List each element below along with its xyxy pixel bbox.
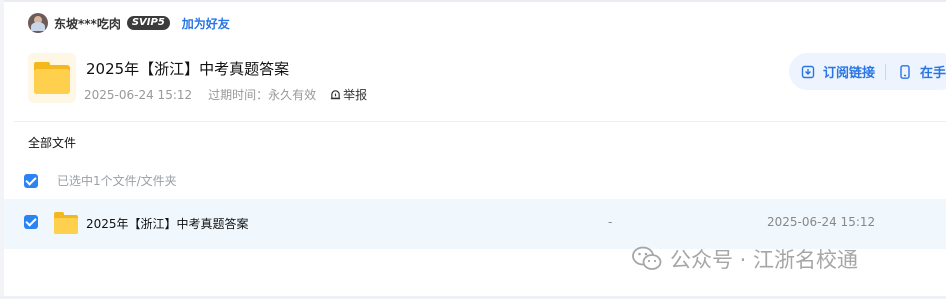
phone-icon — [900, 64, 910, 79]
report-button[interactable]: 举报 — [330, 86, 367, 103]
window-frame-top — [0, 0, 946, 2]
folder-icon — [54, 212, 78, 234]
open-on-phone-button[interactable]: 在手 — [898, 62, 946, 81]
actions-divider — [885, 63, 887, 80]
vip-badge: SVIP5 — [126, 16, 170, 30]
table-row[interactable]: 2025年【浙江】中考真题答案 - 2025-06-24 15:12 — [4, 199, 946, 249]
report-label: 举报 — [343, 88, 368, 102]
sharer-name[interactable]: 东坡***吃肉 — [54, 15, 121, 32]
file-size: - — [608, 215, 613, 229]
file-modified: 2025-06-24 15:12 — [767, 215, 876, 229]
subscribe-link-button[interactable]: 订阅链接 — [801, 62, 875, 81]
phone-label: 在手 — [920, 66, 946, 81]
row-checkbox[interactable] — [24, 215, 38, 229]
wechat-icon — [632, 246, 662, 270]
select-all-checkbox[interactable] — [24, 173, 38, 188]
share-meta: 2025-06-24 15:12 过期时间：永久有效 举报 — [84, 86, 367, 103]
breadcrumb[interactable]: 全部文件 — [28, 134, 76, 151]
watermark: 公众号 · 江浙名校通 — [632, 244, 858, 274]
watermark-text: 公众号 · 江浙名校通 — [670, 248, 859, 272]
sharer-info: 东坡***吃肉 SVIP5 加为好友 — [28, 12, 230, 34]
selection-summary: 已选中1个文件/文件夹 — [24, 172, 177, 189]
share-expiry: 过期时间：永久有效 — [208, 88, 317, 102]
subscribe-icon — [801, 65, 815, 78]
selection-count: 已选中1个文件/文件夹 — [57, 174, 177, 188]
file-name[interactable]: 2025年【浙江】中考真题答案 — [86, 215, 249, 232]
folder-icon — [28, 53, 76, 103]
share-title: 2025年【浙江】中考真题答案 — [86, 60, 290, 78]
add-friend-link[interactable]: 加为好友 — [182, 15, 230, 32]
alert-icon — [331, 90, 341, 100]
share-date: 2025-06-24 15:12 — [84, 87, 193, 102]
subscribe-label: 订阅链接 — [823, 66, 876, 81]
avatar[interactable] — [28, 13, 48, 33]
header-divider — [14, 121, 946, 122]
window-frame-left — [0, 0, 4, 299]
share-actions: 订阅链接 在手 — [789, 53, 946, 90]
